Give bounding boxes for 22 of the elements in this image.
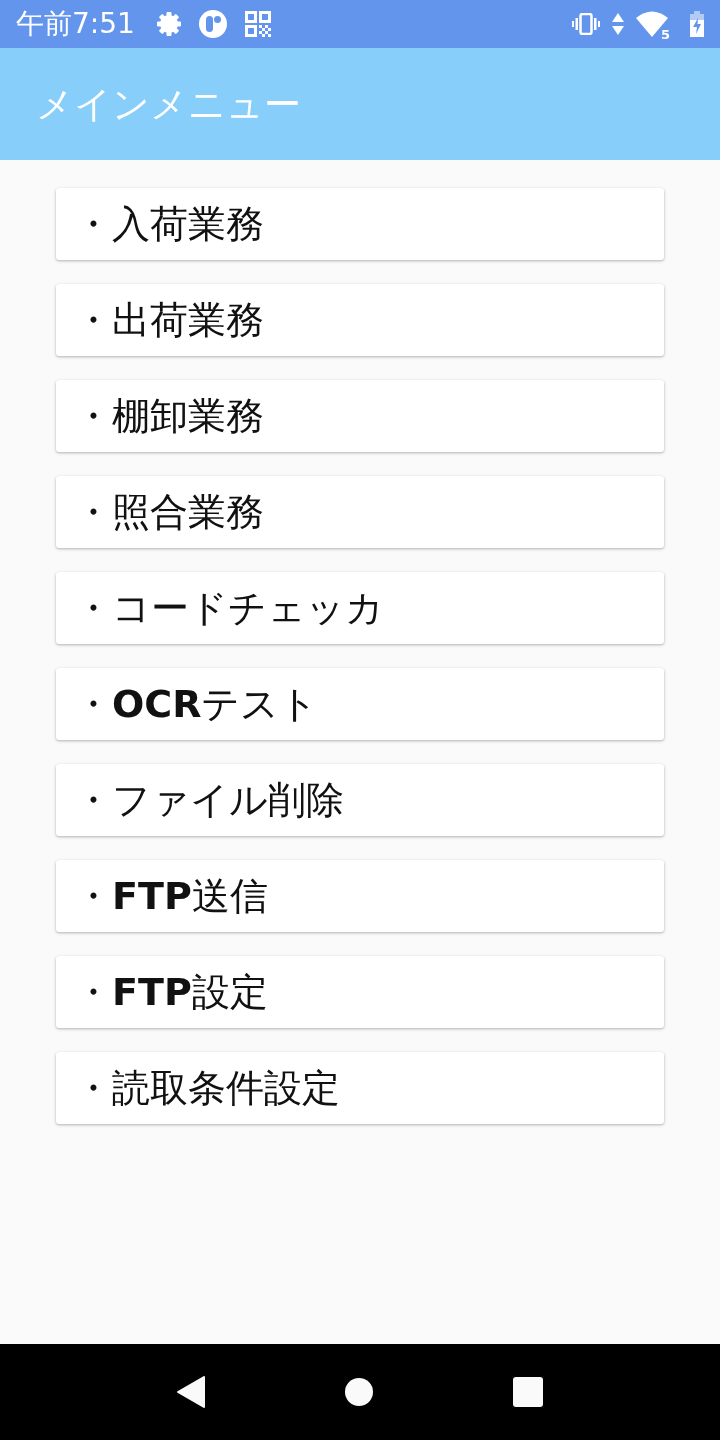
menu-button[interactable]: ・棚卸業務 [56, 380, 664, 452]
screen-title: メインメニュー [36, 85, 301, 123]
menu-button[interactable]: ・照合業務 [56, 476, 664, 548]
battery-charging-icon [690, 11, 704, 37]
menu-button[interactable]: ・FTP設定 [56, 956, 664, 1028]
menu-button[interactable]: ・FTP送信 [56, 860, 664, 932]
menu-button[interactable]: ・読取条件設定 [56, 1052, 664, 1124]
menu-button[interactable]: ・OCRテスト [56, 668, 664, 740]
menu-button[interactable]: ・出荷業務 [56, 284, 664, 356]
menu-button[interactable]: ・ファイル削除 [56, 764, 664, 836]
qr-code-icon [244, 11, 271, 37]
app-logo-icon [198, 10, 227, 38]
vibrate-icon [572, 13, 600, 35]
wifi-icon [636, 11, 668, 37]
clock-text: 午前7:51 [16, 10, 135, 38]
menu-button[interactable]: ・コードチェッカ [56, 572, 664, 644]
back-icon[interactable] [177, 1376, 205, 1408]
menu-button[interactable]: ・入荷業務 [56, 188, 664, 260]
data-arrows-icon [612, 13, 624, 35]
gear-icon [156, 12, 181, 36]
wifi-badge-text: 5 [660, 28, 670, 41]
home-icon[interactable] [345, 1378, 373, 1406]
